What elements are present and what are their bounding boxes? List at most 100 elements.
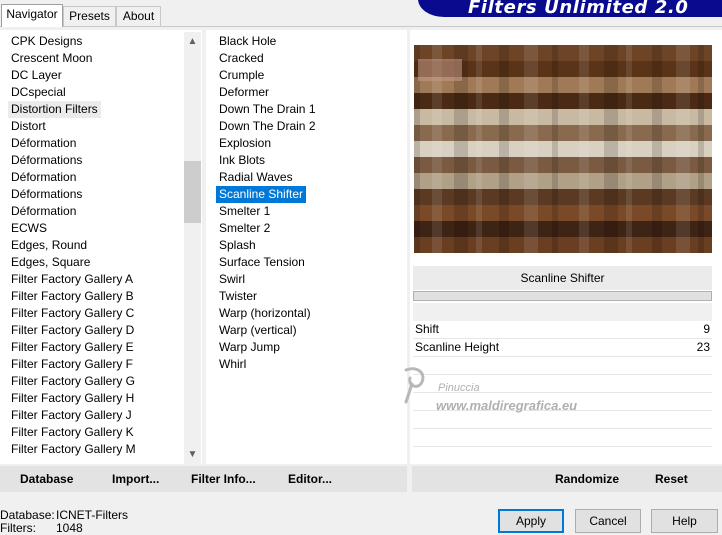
category-item[interactable]: Edges, Round: [8, 237, 90, 254]
param-row-scanline-height[interactable]: Scanline Height 23: [413, 339, 712, 356]
preview-streak: [698, 45, 704, 253]
status-database-label: Database:: [0, 508, 55, 522]
preview-highlight: [418, 59, 462, 81]
category-item[interactable]: Filter Factory Gallery C: [8, 305, 137, 322]
filter-item[interactable]: Warp Jump: [216, 339, 283, 356]
filter-item[interactable]: Crumple: [216, 67, 267, 84]
param-value: 9: [703, 322, 710, 336]
watermark-logo-icon: [398, 364, 432, 404]
preview-progress-bar: [413, 291, 712, 301]
category-item[interactable]: Déformation: [8, 169, 79, 186]
category-item[interactable]: Distortion Filters: [8, 101, 101, 118]
filter-info-button[interactable]: Filter Info...: [191, 471, 256, 487]
filter-item[interactable]: Down The Drain 2: [216, 118, 319, 135]
category-item[interactable]: DC Layer: [8, 67, 65, 84]
param-separator: [413, 446, 712, 447]
tab-strip-line: [0, 26, 722, 27]
preview-image: [414, 45, 712, 254]
param-separator: [413, 374, 712, 375]
params-spacer: [413, 303, 712, 321]
filter-item[interactable]: Warp (vertical): [216, 322, 300, 339]
scroll-down-arrow-icon[interactable]: ▼: [184, 446, 201, 463]
category-item[interactable]: Edges, Square: [8, 254, 93, 271]
filter-item[interactable]: Smelter 2: [216, 220, 273, 237]
filter-item[interactable]: Splash: [216, 237, 259, 254]
help-button[interactable]: Help: [651, 509, 718, 533]
category-item[interactable]: Crescent Moon: [8, 50, 95, 67]
filter-item[interactable]: Twister: [216, 288, 260, 305]
filter-item[interactable]: Deformer: [216, 84, 272, 101]
status-filters-label: Filters:: [0, 521, 36, 535]
filter-item[interactable]: Whirl: [216, 356, 249, 373]
database-button[interactable]: Database: [20, 471, 73, 487]
preview-streak: [626, 45, 632, 253]
category-item[interactable]: Déformation: [8, 203, 79, 220]
tab-about[interactable]: About: [116, 6, 161, 26]
category-item[interactable]: Filter Factory Gallery G: [8, 373, 138, 390]
category-item[interactable]: Déformations: [8, 186, 85, 203]
filter-item[interactable]: Swirl: [216, 271, 248, 288]
param-value: 23: [696, 340, 710, 354]
tab-presets[interactable]: Presets: [63, 6, 116, 26]
filter-item[interactable]: Ink Blots: [216, 152, 268, 169]
category-scrollbar[interactable]: ▲ ▼: [184, 32, 201, 464]
preview-streak: [552, 45, 558, 253]
apply-button[interactable]: Apply: [498, 509, 564, 533]
tab-navigator-label: Navigator: [6, 7, 58, 21]
category-item[interactable]: Filter Factory Gallery J: [8, 407, 135, 424]
watermark-url: www.maldiregrafica.eu: [436, 398, 578, 413]
category-item[interactable]: Filter Factory Gallery M: [8, 441, 139, 458]
preview-streak: [524, 45, 538, 253]
category-item[interactable]: CPK Designs: [8, 33, 85, 50]
app-title: Filters Unlimited 2.0: [468, 0, 689, 18]
param-separator: [413, 356, 712, 357]
watermark-name: Pinuccia: [438, 382, 480, 394]
category-item[interactable]: Filter Factory Gallery E: [8, 339, 137, 356]
cancel-button[interactable]: Cancel: [575, 509, 641, 533]
filter-item[interactable]: Explosion: [216, 135, 274, 152]
filter-item[interactable]: Scanline Shifter: [216, 186, 307, 203]
filter-item[interactable]: Cracked: [216, 50, 267, 67]
preview-streak: [676, 45, 690, 253]
category-item[interactable]: Distort: [8, 118, 49, 135]
category-item[interactable]: Déformation: [8, 135, 79, 152]
filter-item[interactable]: Warp (horizontal): [216, 305, 314, 322]
reset-button[interactable]: Reset: [655, 471, 688, 487]
param-label: Scanline Height: [415, 340, 500, 354]
status-database-value: ICNET-Filters: [56, 508, 128, 522]
tab-navigator[interactable]: Navigator: [1, 4, 63, 27]
tab-about-label: About: [122, 9, 155, 23]
category-item[interactable]: ECWS: [8, 220, 50, 237]
preview-filter-name: Scanline Shifter: [413, 266, 712, 290]
category-item[interactable]: Filter Factory Gallery K: [8, 424, 137, 441]
filter-list[interactable]: Black Hole Cracked Crumple Deformer Down The…: [206, 30, 407, 464]
status-filters-value: 1048: [56, 521, 83, 535]
preview-texture: [414, 45, 712, 254]
editor-button[interactable]: Editor...: [288, 471, 332, 487]
tab-presets-label: Presets: [69, 9, 110, 23]
category-item[interactable]: Filter Factory Gallery A: [8, 271, 136, 288]
category-item[interactable]: Déformations: [8, 152, 85, 169]
filter-item[interactable]: Radial Waves: [216, 169, 296, 186]
filter-item[interactable]: Smelter 1: [216, 203, 273, 220]
category-list[interactable]: CPK Designs Crescent Moon DC Layer DCspecia…: [0, 30, 202, 464]
filter-item[interactable]: Down The Drain 1: [216, 101, 319, 118]
scroll-up-arrow-icon[interactable]: ▲: [184, 33, 201, 50]
preview-streak: [604, 45, 618, 253]
import-button[interactable]: Import...: [112, 471, 159, 487]
category-item[interactable]: Filter Factory Gallery F: [8, 356, 136, 373]
category-item[interactable]: Filter Factory Gallery B: [8, 288, 137, 305]
category-item[interactable]: DCspecial: [8, 84, 69, 101]
category-item[interactable]: Filter Factory Gallery D: [8, 322, 137, 339]
scroll-thumb[interactable]: [184, 161, 201, 223]
param-label: Shift: [415, 322, 440, 336]
filter-item[interactable]: Black Hole: [216, 33, 279, 50]
randomize-button[interactable]: Randomize: [555, 471, 619, 487]
param-row-shift[interactable]: Shift 9: [413, 321, 712, 338]
param-separator: [413, 428, 712, 429]
filter-item[interactable]: Surface Tension: [216, 254, 308, 271]
preview-streak: [652, 45, 662, 253]
preview-streak: [499, 45, 509, 253]
preview-streak: [476, 45, 482, 253]
category-item[interactable]: Filter Factory Gallery H: [8, 390, 137, 407]
